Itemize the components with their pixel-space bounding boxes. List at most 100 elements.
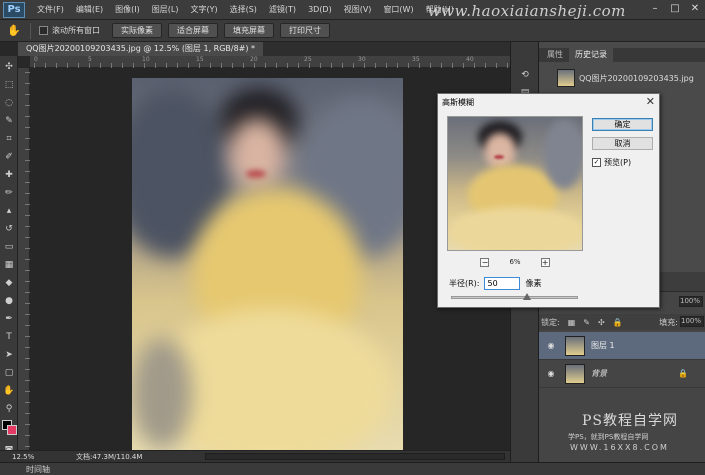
lock-transparency-icon[interactable]: ▦ [568, 318, 576, 327]
eye-icon[interactable]: ◉ [545, 369, 557, 378]
filter-preview[interactable] [447, 116, 583, 251]
hand-tool-icon[interactable]: ✋ [2, 384, 16, 398]
eraser-tool-icon[interactable]: ▭ [2, 240, 16, 254]
menu-layer[interactable]: 图层(L) [146, 4, 185, 15]
ruler-label: 25 [304, 56, 312, 63]
menu-image[interactable]: 图像(I) [109, 4, 146, 15]
menu-type[interactable]: 文字(Y) [184, 4, 223, 15]
preview-checkbox[interactable]: ✓ [592, 158, 601, 167]
hand-icon[interactable]: ✋ [6, 23, 22, 39]
menu-edit[interactable]: 编辑(E) [70, 4, 109, 15]
eyedropper-tool-icon[interactable]: ✐ [2, 150, 16, 164]
zoom-tool-icon[interactable]: ⚲ [2, 402, 16, 416]
fill-screen-button[interactable]: 填充屏幕 [224, 23, 274, 38]
layer-name: 图层 1 [591, 341, 615, 350]
layer-thumbnail [565, 335, 585, 356]
tools-panel: ✣ ⬚ ◌ ✎ ⌗ ✐ ✚ ✏ ▴ ↺ ▭ ▦ ◆ ● ✒ T ➤ ▢ ✋ ⚲ … [0, 56, 18, 464]
brush-tool-icon[interactable]: ✏ [2, 186, 16, 200]
lock-move-icon[interactable]: ✣ [598, 318, 605, 327]
horizontal-scrollbar[interactable] [205, 453, 505, 460]
radius-slider-thumb[interactable] [523, 293, 532, 300]
menu-file[interactable]: 文件(F) [31, 4, 70, 15]
healing-tool-icon[interactable]: ✚ [2, 168, 16, 182]
divider [30, 22, 31, 39]
maximize-icon[interactable]: □ [669, 3, 681, 15]
stamp-tool-icon[interactable]: ▴ [2, 204, 16, 218]
tab-properties[interactable]: 属性 [541, 48, 569, 62]
move-tool-icon[interactable]: ✣ [2, 60, 16, 74]
minus-icon[interactable]: − [480, 257, 490, 267]
radius-slider-track[interactable] [451, 296, 578, 299]
path-select-tool-icon[interactable]: ➤ [2, 348, 16, 362]
crop-tool-icon[interactable]: ⌗ [2, 132, 16, 146]
quick-select-tool-icon[interactable]: ✎ [2, 114, 16, 128]
preview-region [448, 207, 582, 250]
plus-icon[interactable]: + [540, 257, 550, 267]
layer-name: 背景 [591, 369, 607, 378]
snapshot-name: QQ图片20200109203435.jpg [579, 73, 694, 83]
blur-tool-icon[interactable]: ◆ [2, 276, 16, 290]
ruler-label: 40 [466, 56, 474, 63]
lock-paint-icon[interactable]: ✎ [583, 318, 590, 327]
layer-row-layer1[interactable]: ◉ 图层 1 [539, 332, 705, 360]
preview-zoom-controls: − 6% + [447, 256, 583, 268]
lock-row: 锁定: ▦ ✎ ✣ 🔒 填充: 100% [539, 314, 705, 330]
zoom-level[interactable]: 12.5% [0, 453, 34, 461]
menu-view[interactable]: 视图(V) [338, 4, 378, 15]
menu-3d[interactable]: 3D(D) [302, 5, 338, 14]
fill-field[interactable]: 100% [680, 316, 704, 327]
ruler-label: 15 [196, 56, 204, 63]
timeline-tab[interactable]: 时间轴 [26, 464, 50, 475]
watermark-url: WWW.16XX8.COM [570, 443, 669, 452]
radius-input[interactable]: 50 [483, 277, 520, 290]
pen-tool-icon[interactable]: ✒ [2, 312, 16, 326]
history-snapshot[interactable]: QQ图片20200109203435.jpg [539, 66, 705, 90]
menu-select[interactable]: 选择(S) [224, 4, 263, 15]
scroll-all-label: 滚动所有窗口 [52, 26, 100, 35]
preview-region [484, 133, 516, 169]
radius-unit: 像素 [525, 279, 542, 288]
menu-filter[interactable]: 滤镜(T) [263, 4, 302, 15]
lock-icon[interactable]: 🔒 [613, 318, 623, 327]
document-tab-row: QQ图片20200109203435.jpg @ 12.5% (图层 1, RG… [18, 42, 510, 56]
actual-pixels-button[interactable]: 实际像素 [112, 23, 162, 38]
print-size-button[interactable]: 打印尺寸 [280, 23, 330, 38]
background-color-swatch[interactable] [7, 425, 17, 435]
type-tool-icon[interactable]: T [2, 330, 16, 344]
tab-history[interactable]: 历史记录 [569, 48, 613, 62]
document-tab[interactable]: QQ图片20200109203435.jpg @ 12.5% (图层 1, RG… [18, 42, 264, 56]
minimize-icon[interactable]: – [649, 3, 661, 15]
scroll-all-checkbox[interactable] [39, 26, 48, 35]
dodge-tool-icon[interactable]: ● [2, 294, 16, 308]
dialog-title: 高斯模糊 [442, 98, 474, 107]
opacity-field[interactable]: 100% [679, 296, 703, 307]
document-image[interactable] [132, 78, 403, 450]
lasso-tool-icon[interactable]: ◌ [2, 96, 16, 110]
menu-window[interactable]: 窗口(W) [377, 4, 419, 15]
image-region [228, 118, 286, 190]
layer-row-background[interactable]: ◉ 背景 🔒 [539, 360, 705, 388]
image-region [246, 170, 266, 178]
radius-row: 半径(R): 50 像素 [449, 277, 542, 290]
ok-button[interactable]: 确定 [592, 118, 653, 131]
document-size[interactable]: 文档:47.3M/110.4M [76, 452, 142, 462]
gradient-tool-icon[interactable]: ▦ [2, 258, 16, 272]
fit-screen-button[interactable]: 适合屏幕 [168, 23, 218, 38]
preview-option[interactable]: ✓ 预览(P) [592, 157, 631, 168]
ps-logo: Ps [3, 1, 25, 18]
marquee-tool-icon[interactable]: ⬚ [2, 78, 16, 92]
lock-icon: 🔒 [678, 369, 688, 378]
close-icon[interactable]: ✕ [689, 3, 701, 15]
close-icon[interactable]: ✕ [646, 95, 655, 108]
watermark-slogan: 学PS，就到PS教程自学网 [568, 433, 649, 441]
horizontal-ruler: 0 5 10 15 20 25 30 35 40 [30, 56, 510, 68]
eye-icon[interactable]: ◉ [545, 341, 557, 350]
site-watermark: www.haoxiaiansheji.com [428, 2, 626, 20]
history-panel-icon[interactable]: ⟲ [518, 68, 532, 82]
shape-tool-icon[interactable]: ▢ [2, 366, 16, 380]
ruler-label: 20 [250, 56, 258, 63]
cancel-button[interactable]: 取消 [592, 137, 653, 150]
history-brush-tool-icon[interactable]: ↺ [2, 222, 16, 236]
radius-label: 半径(R): [449, 279, 480, 288]
ruler-label: 30 [358, 56, 366, 63]
